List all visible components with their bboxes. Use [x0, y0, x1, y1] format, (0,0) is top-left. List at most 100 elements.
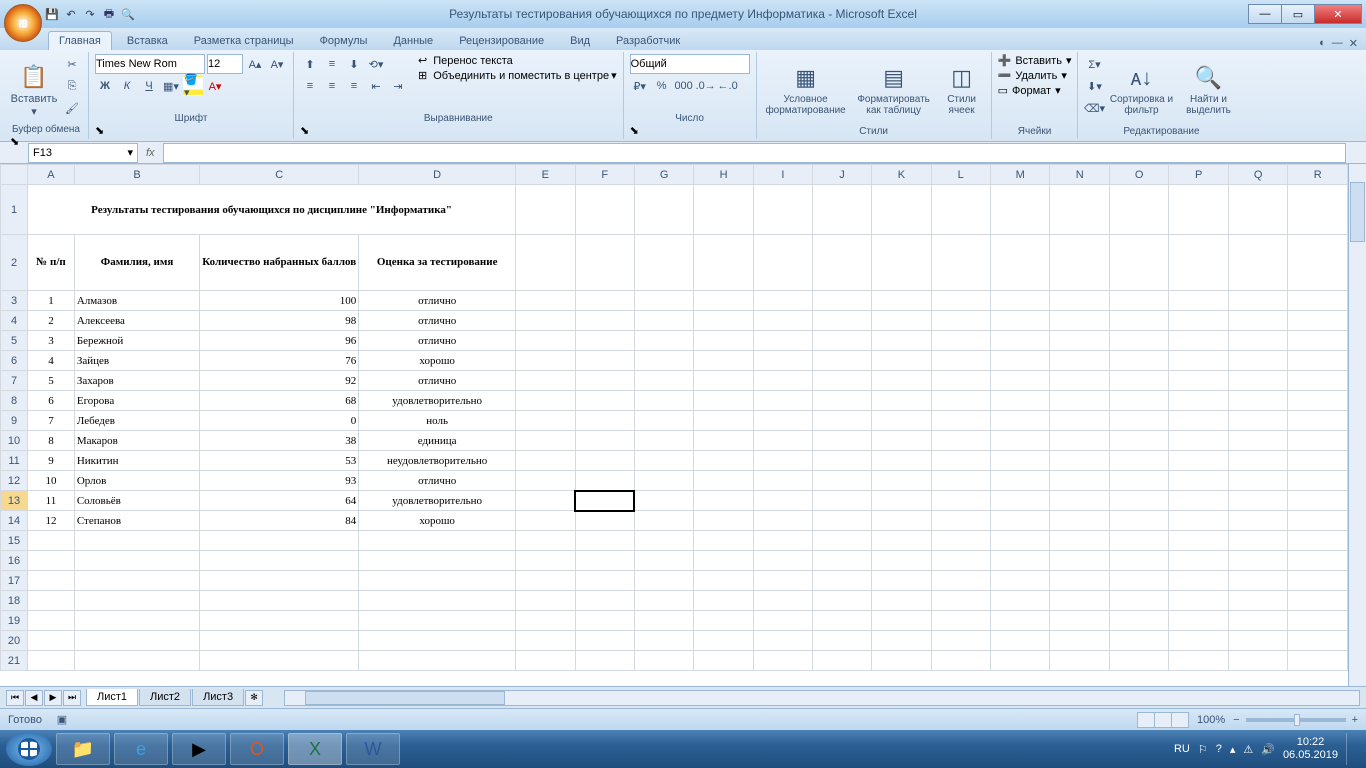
cell-C15[interactable]: [200, 531, 359, 551]
clear-button[interactable]: ⌫▾: [1084, 98, 1104, 118]
indent-decrease-button[interactable]: ⇤: [366, 76, 386, 96]
vertical-scrollbar[interactable]: [1348, 164, 1366, 686]
cell-O9[interactable]: [1109, 411, 1169, 431]
cell-R5[interactable]: [1288, 331, 1348, 351]
cell-J15[interactable]: [812, 531, 871, 551]
merge-center-button[interactable]: ⊞ Объединить и поместить в центре ▾: [418, 69, 617, 82]
taskbar-media-player[interactable]: ▶: [172, 733, 226, 765]
cell-Q8[interactable]: [1228, 391, 1288, 411]
scrollbar-thumb[interactable]: [1350, 182, 1365, 242]
row-header-11[interactable]: 11: [1, 451, 28, 471]
cell-J4[interactable]: [812, 311, 871, 331]
cell-M20[interactable]: [990, 631, 1050, 651]
cell-N16[interactable]: [1050, 551, 1109, 571]
currency-button[interactable]: ₽▾: [630, 76, 650, 96]
cell-I15[interactable]: [753, 531, 812, 551]
cell-R21[interactable]: [1288, 651, 1348, 671]
row-header-2[interactable]: 2: [1, 235, 28, 291]
cell-D19[interactable]: [359, 611, 516, 631]
cell-M14[interactable]: [990, 511, 1050, 531]
cell-D4[interactable]: отлично: [359, 311, 516, 331]
cell-Q11[interactable]: [1228, 451, 1288, 471]
cell-K5[interactable]: [872, 331, 931, 351]
cell-J9[interactable]: [812, 411, 871, 431]
cell-N15[interactable]: [1050, 531, 1109, 551]
cell-C17[interactable]: [200, 571, 359, 591]
cell-R18[interactable]: [1288, 591, 1348, 611]
cell-M12[interactable]: [990, 471, 1050, 491]
cell-K6[interactable]: [872, 351, 931, 371]
cell-N6[interactable]: [1050, 351, 1109, 371]
cell-D20[interactable]: [359, 631, 516, 651]
cell-D5[interactable]: отлично: [359, 331, 516, 351]
cell-H5[interactable]: [694, 331, 753, 351]
cell-A4[interactable]: 2: [28, 311, 75, 331]
cell-N13[interactable]: [1050, 491, 1109, 511]
tray-help-icon[interactable]: ?: [1216, 743, 1222, 755]
cell-R10[interactable]: [1288, 431, 1348, 451]
cell-C10[interactable]: 38: [200, 431, 359, 451]
cell-E19[interactable]: [516, 611, 575, 631]
cell-D11[interactable]: неудовлетворительно: [359, 451, 516, 471]
cell-L21[interactable]: [931, 651, 990, 671]
cell-K19[interactable]: [872, 611, 931, 631]
cell-Q13[interactable]: [1228, 491, 1288, 511]
cell-A21[interactable]: [28, 651, 75, 671]
qat-redo-icon[interactable]: ↷: [82, 6, 98, 22]
cell-P19[interactable]: [1169, 611, 1228, 631]
cell-L8[interactable]: [931, 391, 990, 411]
cell-H8[interactable]: [694, 391, 753, 411]
cell-D7[interactable]: отлично: [359, 371, 516, 391]
cell-M21[interactable]: [990, 651, 1050, 671]
cell-A8[interactable]: 6: [28, 391, 75, 411]
cell-K9[interactable]: [872, 411, 931, 431]
cell-H10[interactable]: [694, 431, 753, 451]
cell-C20[interactable]: [200, 631, 359, 651]
zoom-slider[interactable]: [1246, 718, 1346, 722]
cell-H9[interactable]: [694, 411, 753, 431]
cell-F20[interactable]: [575, 631, 634, 651]
cell-H4[interactable]: [694, 311, 753, 331]
cell-K21[interactable]: [872, 651, 931, 671]
italic-button[interactable]: К: [117, 76, 137, 96]
cell-I1[interactable]: [753, 185, 812, 235]
view-page-layout-button[interactable]: [1154, 712, 1172, 728]
cell-K10[interactable]: [872, 431, 931, 451]
cell-B15[interactable]: [74, 531, 199, 551]
cell-P14[interactable]: [1169, 511, 1228, 531]
cell-L18[interactable]: [931, 591, 990, 611]
cell-N12[interactable]: [1050, 471, 1109, 491]
cell-G8[interactable]: [634, 391, 694, 411]
cell-G9[interactable]: [634, 411, 694, 431]
cell-I17[interactable]: [753, 571, 812, 591]
cell-G18[interactable]: [634, 591, 694, 611]
fx-icon[interactable]: fx: [146, 147, 155, 159]
cell-O16[interactable]: [1109, 551, 1169, 571]
cell-K2[interactable]: [872, 235, 931, 291]
cell-Q9[interactable]: [1228, 411, 1288, 431]
cell-J21[interactable]: [812, 651, 871, 671]
cell-N19[interactable]: [1050, 611, 1109, 631]
decrease-font-button[interactable]: A▾: [267, 54, 287, 74]
horizontal-scrollbar[interactable]: [284, 690, 1360, 706]
col-header-A[interactable]: A: [28, 165, 75, 185]
cell-C5[interactable]: 96: [200, 331, 359, 351]
row-header-4[interactable]: 4: [1, 311, 28, 331]
cell-D17[interactable]: [359, 571, 516, 591]
cell-B17[interactable]: [74, 571, 199, 591]
cell-P15[interactable]: [1169, 531, 1228, 551]
cell-R8[interactable]: [1288, 391, 1348, 411]
cell-C12[interactable]: 93: [200, 471, 359, 491]
insert-cells-button[interactable]: ➕Вставить▾: [998, 54, 1072, 67]
cell-B9[interactable]: Лебедев: [74, 411, 199, 431]
cell-O18[interactable]: [1109, 591, 1169, 611]
cell-A20[interactable]: [28, 631, 75, 651]
cell-M3[interactable]: [990, 291, 1050, 311]
ribbon-tab-6[interactable]: Вид: [559, 31, 601, 50]
col-header-J[interactable]: J: [812, 165, 871, 185]
cell-O1[interactable]: [1109, 185, 1169, 235]
row-header-13[interactable]: 13: [1, 491, 28, 511]
cell-H15[interactable]: [694, 531, 753, 551]
cell-K8[interactable]: [872, 391, 931, 411]
cell-E13[interactable]: [516, 491, 575, 511]
